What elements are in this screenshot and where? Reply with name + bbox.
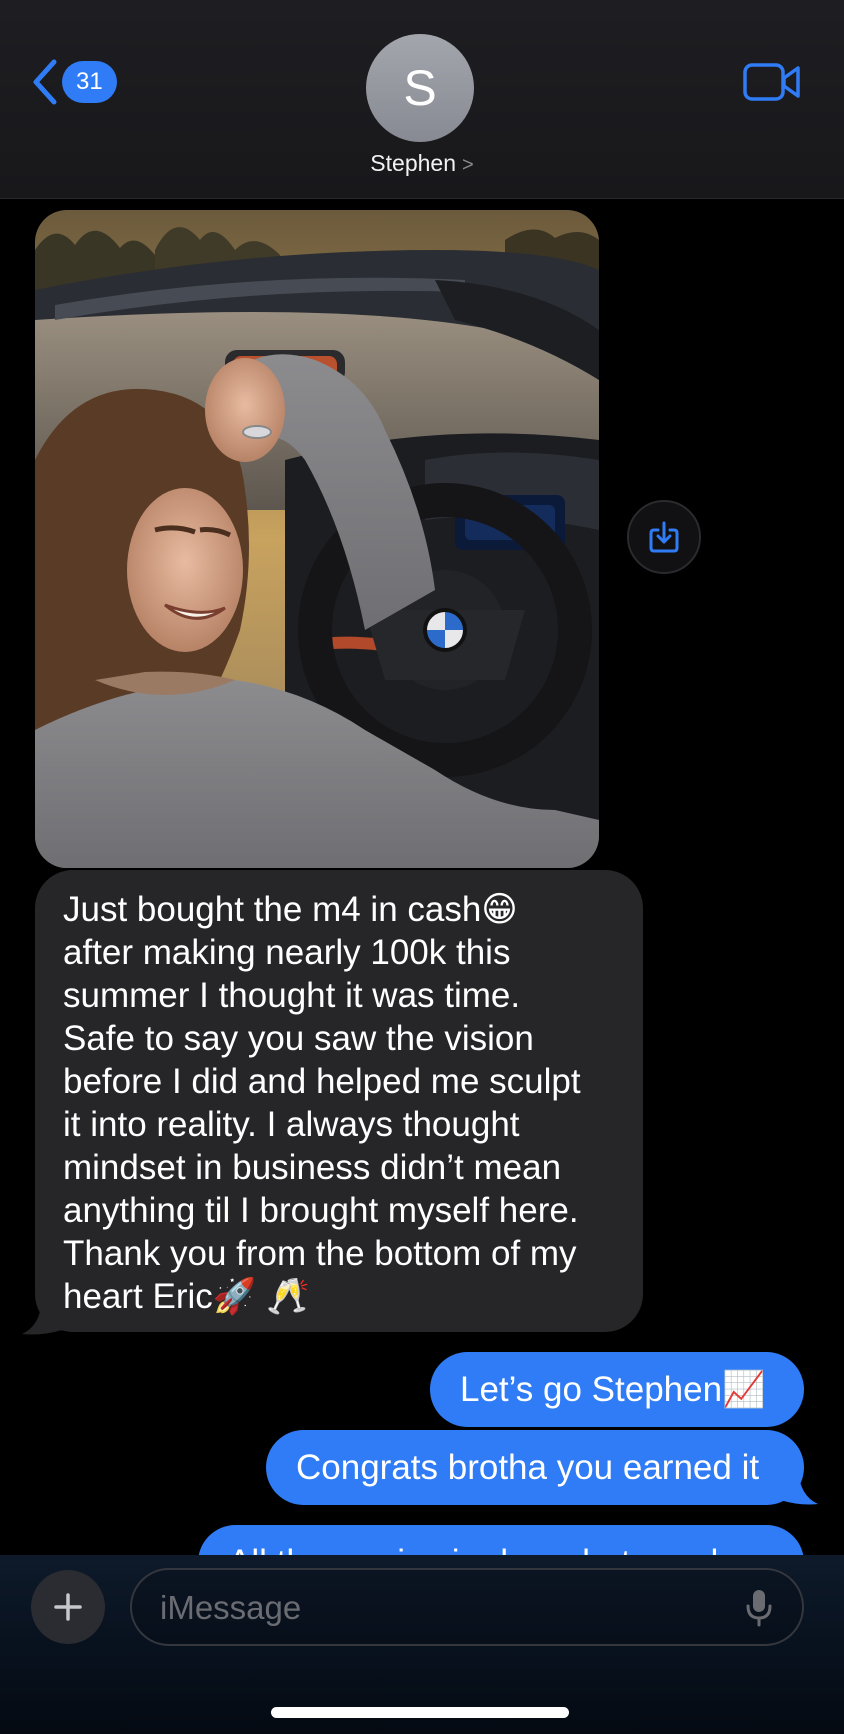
save-download-icon <box>649 521 679 553</box>
conversation-header: 31 S Stephen > <box>0 0 844 199</box>
sent-bubble-tail <box>780 1470 818 1505</box>
home-indicator[interactable] <box>271 1707 569 1718</box>
chevron-left-icon <box>30 57 60 107</box>
contact-name: Stephen <box>370 150 456 176</box>
car-selfie-photo[interactable] <box>35 210 599 868</box>
messages-screen: 31 S Stephen > Just bought the m4 in cas… <box>0 0 844 1734</box>
sent-message-bubble[interactable]: Congrats brotha you earned it <box>266 1430 804 1505</box>
save-photo-button[interactable] <box>627 500 701 574</box>
received-message-bubble[interactable]: Just bought the m4 in cash😁 after making… <box>35 870 643 1332</box>
chevron-right-icon: > <box>462 154 474 176</box>
microphone-icon <box>746 1590 772 1627</box>
apps-plus-button[interactable] <box>31 1570 105 1644</box>
dictation-button[interactable] <box>744 1588 774 1628</box>
received-message-text: Just bought the m4 in cash😁 after making… <box>63 890 581 1316</box>
facetime-video-button[interactable] <box>742 60 802 104</box>
message-input-field[interactable] <box>130 1568 804 1646</box>
plus-icon <box>54 1593 82 1621</box>
unread-count-badge: 31 <box>62 61 117 103</box>
imessage-input[interactable] <box>158 1582 722 1634</box>
contact-avatar[interactable]: S <box>366 34 474 142</box>
back-button[interactable]: 31 <box>30 56 117 108</box>
video-camera-icon <box>743 63 800 101</box>
sent-message-bubble[interactable]: Let’s go Stephen📈 <box>430 1352 804 1427</box>
contact-name-row[interactable]: Stephen > <box>0 150 844 177</box>
